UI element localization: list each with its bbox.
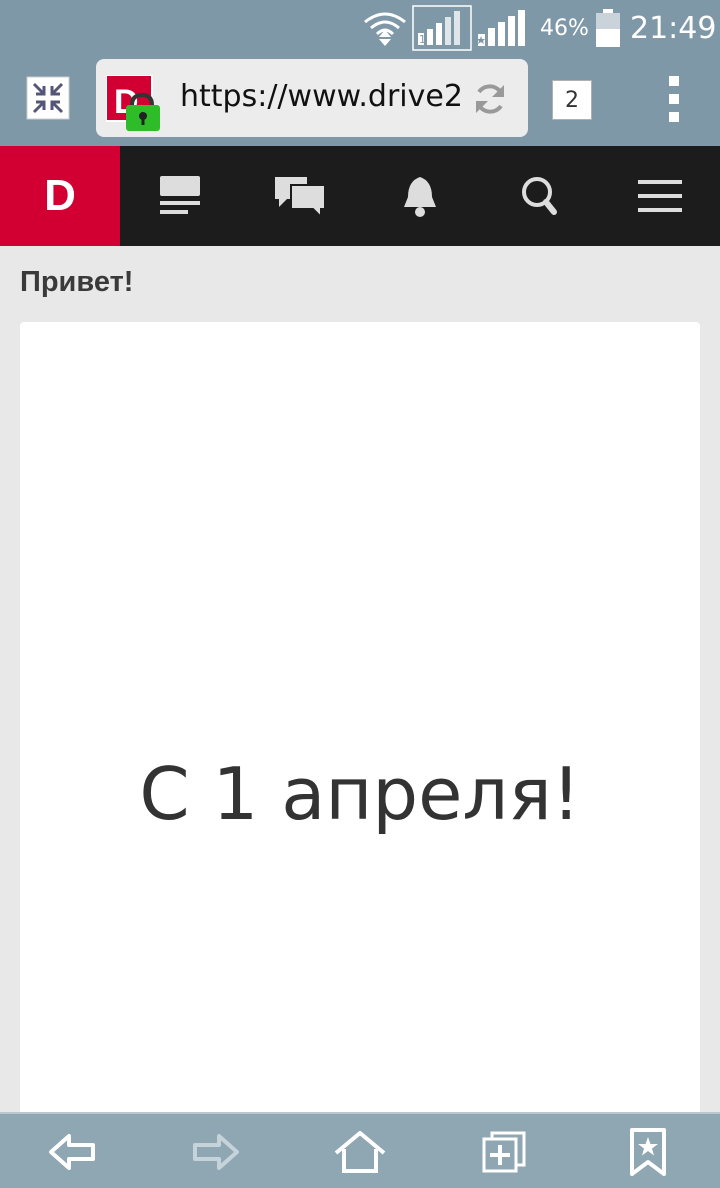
site-nav: D	[0, 146, 720, 246]
status-bar: 1 46% 21:49	[0, 0, 720, 56]
signal-sim2-icon	[476, 0, 534, 56]
forward-arrow-icon[interactable]	[176, 1114, 256, 1188]
shrink-icon[interactable]	[26, 76, 70, 120]
new-tab-icon[interactable]	[464, 1114, 544, 1188]
favicon-lock-icon: D	[105, 74, 160, 131]
site-logo[interactable]: D	[0, 146, 120, 246]
url-text: https://www.drive2	[180, 79, 460, 114]
bookmark-star-icon[interactable]	[608, 1114, 688, 1188]
tabs-icon[interactable]: 2	[552, 76, 598, 122]
browser-toolbar: D https://www.drive2 2	[0, 56, 720, 146]
signal-sim1-icon: 1	[412, 0, 472, 56]
browser-bottom-bar	[0, 1112, 720, 1188]
hamburger-menu-icon[interactable]	[620, 146, 700, 246]
feed-icon[interactable]	[140, 146, 220, 246]
search-icon[interactable]	[500, 146, 580, 246]
card-headline: С 1 апреля!	[139, 752, 581, 836]
notifications-bell-icon[interactable]	[380, 146, 460, 246]
battery-percent: 46%	[540, 15, 589, 41]
messages-icon[interactable]	[260, 146, 340, 246]
home-icon[interactable]	[320, 1114, 400, 1188]
address-bar[interactable]: D https://www.drive2	[96, 59, 528, 137]
clock: 21:49	[630, 10, 717, 46]
back-arrow-icon[interactable]	[32, 1114, 112, 1188]
overflow-menu-icon[interactable]	[662, 74, 686, 124]
page-greeting: Привет!	[20, 266, 134, 298]
reload-icon[interactable]	[472, 81, 508, 117]
content-card: С 1 апреля!	[20, 322, 700, 1122]
svg-text:1: 1	[419, 33, 426, 46]
battery-icon	[594, 0, 622, 56]
wifi-icon	[362, 0, 408, 56]
tab-count: 2	[552, 80, 592, 120]
